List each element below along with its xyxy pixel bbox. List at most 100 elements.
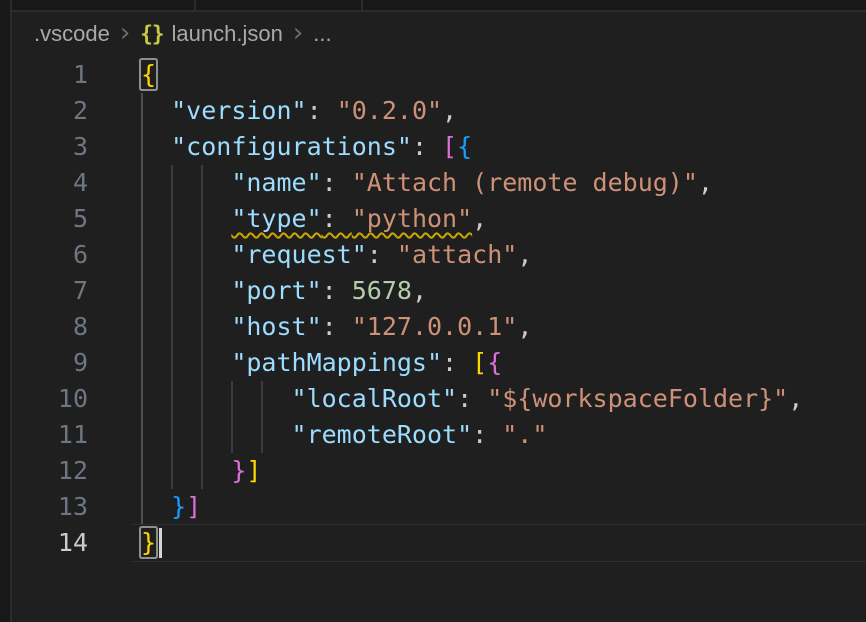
code-line-content[interactable]: }] (141, 453, 866, 489)
indent-guide (141, 165, 143, 201)
code-line-content[interactable]: "type": "python", (141, 201, 866, 237)
line-number[interactable]: 2 (0, 93, 88, 129)
line-number[interactable]: 6 (0, 237, 88, 273)
code-token: "pathMappings" (231, 348, 442, 377)
code-token: : (307, 96, 337, 125)
code-token: "0.2.0" (337, 96, 442, 125)
chevron-right-icon: › (120, 18, 130, 48)
indent-guide (171, 201, 173, 237)
code-token (141, 384, 292, 413)
indent-guide (141, 345, 143, 381)
code-token: , (517, 312, 532, 341)
indent-guide (201, 417, 203, 453)
code-token: : (322, 204, 352, 233)
code-token: : (442, 348, 472, 377)
code-token: : (457, 384, 487, 413)
code-token: "localRoot" (292, 384, 458, 413)
code-line-content[interactable]: "request": "attach", (141, 237, 866, 273)
code-line-8[interactable]: 8 "host": "127.0.0.1", (0, 309, 866, 345)
code-token: , (412, 276, 427, 305)
line-number[interactable]: 5 (0, 201, 88, 237)
code-token: , (517, 240, 532, 269)
code-token (141, 492, 171, 521)
code-line-14[interactable]: 14} (0, 525, 866, 561)
code-line-content[interactable]: { (141, 57, 866, 93)
breadcrumb-folder[interactable]: .vscode (34, 21, 110, 47)
code-token: "Attach (remote debug)" (352, 168, 698, 197)
code-token: [ (472, 348, 487, 377)
code-token: "remoteRoot" (292, 420, 473, 449)
code-line-7[interactable]: 7 "port": 5678, (0, 273, 866, 309)
code-token: "${workspaceFolder}" (487, 384, 788, 413)
code-line-content[interactable]: "version": "0.2.0", (141, 93, 866, 129)
code-token: : (412, 132, 442, 161)
code-token (141, 456, 231, 485)
line-number[interactable]: 1 (0, 57, 88, 93)
line-number[interactable]: 8 (0, 309, 88, 345)
code-token (141, 312, 231, 341)
code-token (141, 204, 231, 233)
tab-separator (194, 0, 196, 10)
code-line-3[interactable]: 3 "configurations": [{ (0, 129, 866, 165)
code-token: "configurations" (171, 132, 412, 161)
matched-bracket: { (141, 60, 156, 89)
code-line-content[interactable]: "host": "127.0.0.1", (141, 309, 866, 345)
line-number[interactable]: 4 (0, 165, 88, 201)
line-number[interactable]: 9 (0, 345, 88, 381)
indent-guide (201, 309, 203, 345)
code-token (141, 420, 292, 449)
code-line-4[interactable]: 4 "name": "Attach (remote debug)", (0, 165, 866, 201)
sidebar-edge (0, 0, 12, 622)
code-token: , (472, 204, 487, 233)
code-line-9[interactable]: 9 "pathMappings": [{ (0, 345, 866, 381)
code-line-13[interactable]: 13 }] (0, 489, 866, 525)
breadcrumb-file[interactable]: launch.json (172, 21, 283, 47)
indent-guide (171, 237, 173, 273)
breadcrumb-symbol[interactable]: ... (313, 21, 331, 47)
code-area: 1{2 "version": "0.2.0",3 "configurations… (0, 57, 866, 561)
code-token: { (487, 348, 502, 377)
indent-guide (201, 201, 203, 237)
indent-guide (201, 453, 203, 489)
code-line-5[interactable]: 5 "type": "python", (0, 201, 866, 237)
line-number[interactable]: 3 (0, 129, 88, 165)
code-token: : (322, 276, 352, 305)
code-token (141, 96, 171, 125)
code-line-1[interactable]: 1{ (0, 57, 866, 93)
code-token: ] (186, 492, 201, 521)
indent-guide (201, 381, 203, 417)
code-token: : (367, 240, 397, 269)
indent-guide (171, 309, 173, 345)
code-line-content[interactable]: "pathMappings": [{ (141, 345, 866, 381)
line-number[interactable]: 7 (0, 273, 88, 309)
code-token: "." (502, 420, 547, 449)
line-number[interactable]: 14 (0, 525, 88, 561)
code-line-content[interactable]: }] (141, 489, 866, 525)
code-token: "request" (231, 240, 366, 269)
indent-guide (171, 417, 173, 453)
indent-guide (171, 345, 173, 381)
line-number[interactable]: 11 (0, 417, 88, 453)
line-number[interactable]: 13 (0, 489, 88, 525)
code-line-content[interactable]: "configurations": [{ (141, 129, 866, 165)
indent-guide (201, 237, 203, 273)
code-token: } (231, 456, 246, 485)
code-line-11[interactable]: 11 "remoteRoot": "." (0, 417, 866, 453)
indent-guide (171, 165, 173, 201)
chevron-right-icon: › (293, 18, 303, 48)
indent-guide (141, 129, 143, 165)
code-line-content[interactable]: "remoteRoot": "." (141, 417, 866, 453)
code-token: "port" (231, 276, 321, 305)
code-line-content[interactable]: "localRoot": "${workspaceFolder}", (141, 381, 866, 417)
code-line-content[interactable]: } (141, 525, 866, 561)
code-line-content[interactable]: "port": 5678, (141, 273, 866, 309)
line-number[interactable]: 12 (0, 453, 88, 489)
code-line-2[interactable]: 2 "version": "0.2.0", (0, 93, 866, 129)
indent-guide (141, 201, 143, 237)
code-line-content[interactable]: "name": "Attach (remote debug)", (141, 165, 866, 201)
code-line-10[interactable]: 10 "localRoot": "${workspaceFolder}", (0, 381, 866, 417)
code-token: ] (246, 456, 261, 485)
code-line-6[interactable]: 6 "request": "attach", (0, 237, 866, 273)
line-number[interactable]: 10 (0, 381, 88, 417)
code-line-12[interactable]: 12 }] (0, 453, 866, 489)
